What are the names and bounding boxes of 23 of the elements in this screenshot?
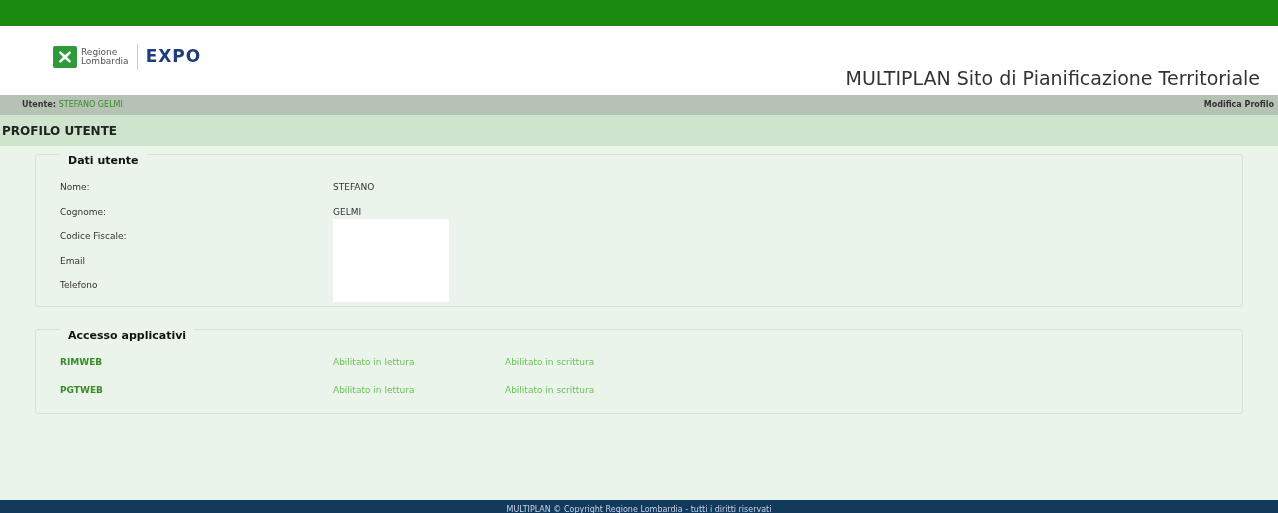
user-name: STEFANO GELMI (58, 100, 123, 109)
field-label: Email (60, 254, 86, 268)
read-permission: Abilitato in lettura (333, 383, 416, 397)
logo-text: Lombardia (81, 56, 129, 66)
field-label: Nome: (60, 181, 91, 194)
footer-text: MULTIPLAN © Copyright Regione Lombardia - tutti i diritti riservati (506, 505, 772, 513)
field-label: Telefono (60, 279, 99, 292)
write-permission: Abilitato in scrittura (505, 355, 596, 369)
field-label: Cognome: (60, 205, 108, 219)
field-value: STEFANO (333, 181, 376, 194)
page-title: PROFILO UTENTE (2, 122, 118, 140)
logo-text: Regione (81, 47, 119, 57)
read-permission: Abilitato in lettura (333, 355, 416, 369)
app-name: PGTWEB (60, 383, 104, 397)
write-permission: Abilitato in scrittura (505, 383, 596, 397)
app-name: RIMWEB (60, 355, 104, 369)
expo-logo: EXPO (136, 44, 202, 70)
site-title: MULTIPLAN Sito di Pianificazione Territoriale (845, 66, 1260, 91)
edit-profile-link[interactable]: Modifica Profilo (1203, 99, 1274, 111)
field-value: GELMI (333, 205, 363, 219)
user-label: Utente: (22, 100, 56, 109)
regione-lombardia-logo-icon (53, 45, 77, 68)
field-label: Codice Fiscale: (60, 230, 128, 243)
